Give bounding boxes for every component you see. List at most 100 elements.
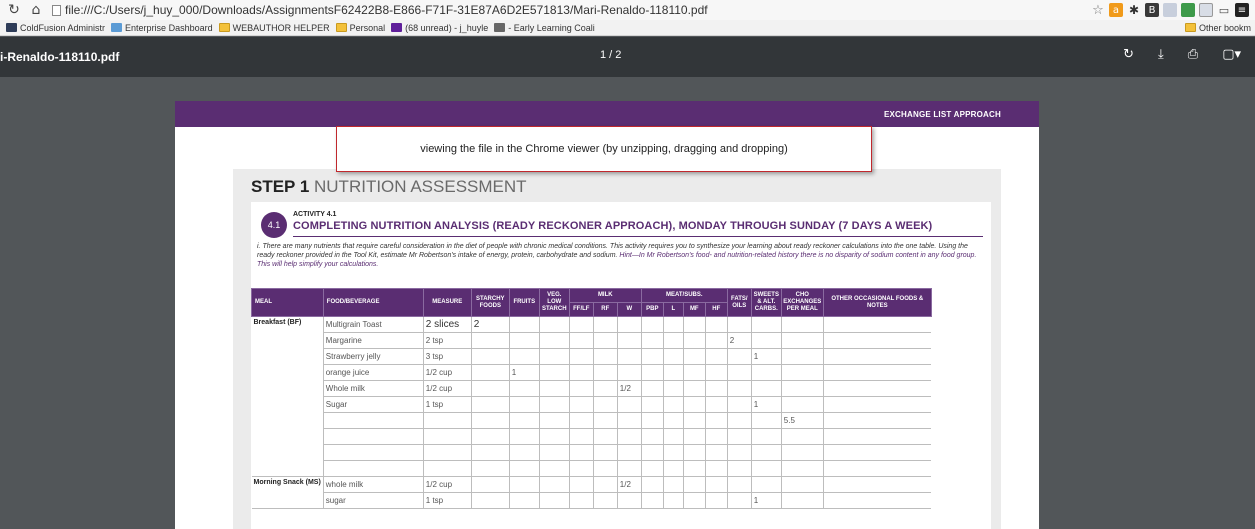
bookmark-enterprise-dashboard[interactable]: Enterprise Dashboard [111, 23, 213, 33]
extension-dark-icon[interactable]: B [1145, 3, 1159, 17]
sweets-cell [750, 428, 782, 445]
fats-cell [726, 460, 752, 477]
fats-cell [726, 492, 752, 509]
cho-cell [780, 444, 824, 461]
cho-cell [780, 428, 824, 445]
meat-l-cell [662, 428, 684, 445]
meat-pbp-cell [640, 412, 664, 429]
extension-grey-icon[interactable] [1163, 3, 1177, 17]
milk-fflf-cell [568, 460, 594, 477]
star-icon[interactable]: ☆ [1091, 3, 1105, 18]
url-text[interactable]: file:///C:/Users/j_huy_000/Downloads/Ass… [65, 3, 708, 17]
milk-w-cell [616, 412, 642, 429]
page-icon [52, 4, 61, 16]
starchy-cell [470, 412, 510, 429]
extension-green-icon[interactable] [1181, 3, 1195, 17]
meat-pbp-cell [640, 460, 664, 477]
cast-icon[interactable]: ▭ [1217, 3, 1231, 17]
home-icon[interactable]: ⌂ [28, 2, 44, 18]
meat-l-cell [662, 460, 684, 477]
food-cell: Margarine [322, 332, 424, 349]
milk-rf-cell [592, 444, 618, 461]
meat-hf-cell [704, 412, 728, 429]
cho-cell [780, 476, 824, 493]
measure-cell [422, 460, 472, 477]
starchy-cell [470, 476, 510, 493]
meat-mf-cell [682, 364, 706, 381]
milk-fflf-cell [568, 316, 594, 333]
milk-fflf-cell [568, 348, 594, 365]
extension-orange-icon[interactable]: a [1109, 3, 1123, 17]
veg-cell [538, 332, 570, 349]
omnibox[interactable]: file:///C:/Users/j_huy_000/Downloads/Ass… [52, 3, 1091, 17]
page-indicator: 1 / 2 [600, 49, 622, 61]
food-cell: Multigrain Toast [322, 316, 424, 333]
bookmark-coldfusion[interactable]: ColdFusion Administr [6, 23, 105, 33]
milk-fflf-cell [568, 364, 594, 381]
meat-pbp-cell [640, 348, 664, 365]
milk-w-cell [616, 428, 642, 445]
cho-cell [780, 396, 824, 413]
notes-cell [822, 348, 932, 365]
notes-cell [822, 476, 932, 493]
cho-cell: 5.5 [780, 412, 824, 429]
meat-pbp-cell [640, 316, 664, 333]
meat-mf-cell [682, 412, 706, 429]
meat-mf-cell [682, 348, 706, 365]
bookmark-early-learning[interactable]: - Early Learning Coali [494, 23, 595, 33]
meat-mf-cell [682, 460, 706, 477]
rotate-icon[interactable]: ↻ [1123, 47, 1134, 62]
meat-l-cell [662, 316, 684, 333]
col-meat-hf: HF [704, 302, 728, 317]
reload-icon[interactable]: ↻ [6, 2, 22, 18]
activity-card: 4.1 ACTIVITY 4.1 COMPLETING NUTRITION AN… [251, 202, 991, 529]
callout-text: viewing the file in the Chrome viewer (b… [420, 143, 788, 155]
sweets-cell [750, 332, 782, 349]
milk-rf-cell [592, 460, 618, 477]
notes-cell [822, 460, 932, 477]
starchy-cell [470, 492, 510, 509]
extension-window-icon[interactable] [1199, 3, 1213, 17]
col-measure: MEASURE [422, 288, 472, 317]
milk-w-cell [616, 444, 642, 461]
meat-l-cell [662, 364, 684, 381]
bookmark-dropdown-icon[interactable]: ▢▾ [1222, 47, 1241, 62]
veg-cell [538, 380, 570, 397]
col-fats: FATS/ OILS [726, 288, 752, 317]
meat-mf-cell [682, 444, 706, 461]
other-bookmarks[interactable]: Other bookm [1184, 23, 1251, 33]
table-row: orange juice 1/2 cup 1 [252, 364, 932, 381]
notes-cell [822, 364, 932, 381]
meat-l-cell [662, 444, 684, 461]
bookmark-yahoo-mail[interactable]: (68 unread) - j_huyle [391, 23, 488, 33]
meat-mf-cell [682, 396, 706, 413]
fats-cell [726, 364, 752, 381]
milk-fflf-cell [568, 396, 594, 413]
milk-fflf-cell [568, 428, 594, 445]
starchy-cell [470, 444, 510, 461]
meat-pbp-cell [640, 396, 664, 413]
download-icon[interactable]: ⤓ [1158, 47, 1164, 62]
fats-cell: 2 [726, 332, 752, 349]
menu-icon[interactable]: ≡ [1235, 3, 1249, 17]
sweets-cell [750, 460, 782, 477]
measure-cell [422, 444, 472, 461]
activity-title: COMPLETING NUTRITION ANALYSIS (READY REC… [293, 220, 933, 232]
meat-hf-cell [704, 428, 728, 445]
notes-cell [822, 444, 932, 461]
fats-cell [726, 476, 752, 493]
cho-cell [780, 460, 824, 477]
bookmark-personal[interactable]: Personal [335, 23, 385, 33]
bookmark-webauthor[interactable]: WEBAUTHOR HELPER [218, 23, 330, 33]
starchy-cell [470, 460, 510, 477]
print-icon[interactable]: ⎙ [1188, 47, 1198, 62]
gear-icon[interactable]: ✱ [1127, 3, 1141, 17]
fruits-cell [508, 412, 540, 429]
fruits-cell [508, 492, 540, 509]
table-row: sugar 1 tsp 1 [252, 492, 932, 509]
cf-icon [6, 23, 17, 32]
milk-w-cell [616, 396, 642, 413]
folder-icon [335, 23, 347, 32]
meat-pbp-cell [640, 492, 664, 509]
starchy-cell [470, 428, 510, 445]
